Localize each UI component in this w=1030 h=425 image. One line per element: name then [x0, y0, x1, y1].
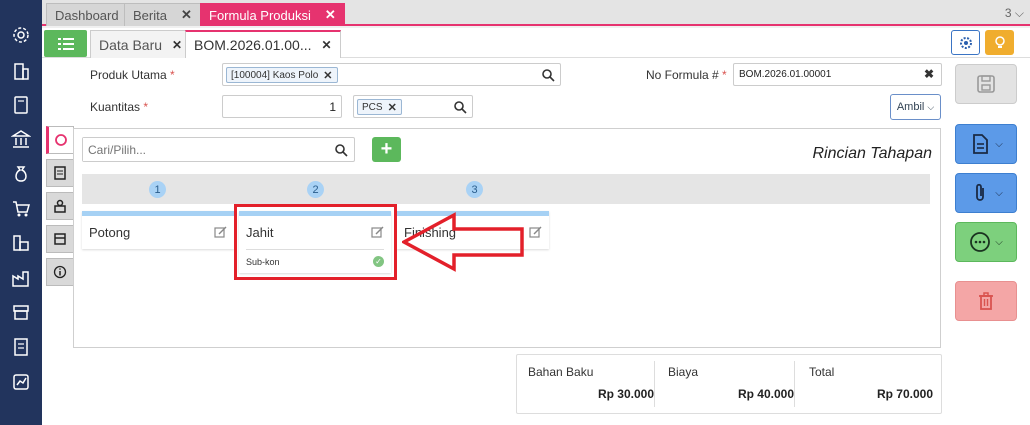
step-number: 3	[466, 181, 483, 198]
highlight-box	[234, 204, 397, 280]
save-button[interactable]	[955, 64, 1017, 104]
archive-box-icon	[54, 233, 66, 245]
money-bag-icon[interactable]	[10, 163, 32, 185]
tax-report-icon[interactable]	[10, 336, 32, 358]
unit-chip: PCS ✕	[357, 99, 402, 115]
remove-chip-icon[interactable]: ✕	[323, 69, 332, 82]
vtab-info[interactable]	[46, 258, 74, 286]
step-number: 1	[149, 181, 166, 198]
pointer-arrow-icon	[402, 212, 524, 272]
tab-formula-produksi[interactable]: Formula Produksi ✕	[200, 3, 345, 26]
chevron-down-icon: ⌵	[995, 187, 1003, 199]
vtab-process[interactable]	[46, 126, 74, 154]
add-step-button[interactable]: +	[372, 137, 401, 162]
open-tabs-count[interactable]: 3 ⌵	[1005, 6, 1024, 21]
top-tab-bar: Dashboard Berita ✕ Formula Produksi ✕ 3 …	[42, 0, 1030, 26]
close-icon[interactable]: ✕	[172, 38, 182, 52]
sub-tab-bar: Data Baru ✕ BOM.2026.01.00... ✕	[42, 28, 1030, 58]
more-dots-icon	[970, 232, 991, 252]
bahan-baku-total: Bahan Baku Rp 30.000	[528, 365, 654, 401]
tab-label: Formula Produksi	[209, 7, 311, 23]
unit-field[interactable]: PCS ✕	[353, 95, 473, 118]
gear-icon	[959, 36, 972, 49]
close-icon[interactable]: ✕	[322, 38, 332, 52]
info-icon	[53, 265, 67, 279]
vtab-archive[interactable]	[46, 225, 74, 253]
chevron-down-icon: ⌵	[995, 236, 1003, 248]
produk-utama-label: Produk Utama *	[90, 68, 175, 82]
search-icon	[335, 144, 348, 157]
settings-gear-icon[interactable]	[10, 24, 32, 46]
shopping-cart-icon[interactable]	[10, 198, 32, 220]
store-icon[interactable]	[10, 301, 32, 323]
produk-chip: [100004] Kaos Polo ✕	[226, 67, 338, 83]
process-cycle-icon	[55, 134, 67, 146]
step-name: Potong	[89, 225, 131, 240]
vtab-document[interactable]	[46, 159, 74, 187]
step-search-field[interactable]	[82, 137, 355, 162]
step-search-input[interactable]	[83, 138, 323, 161]
subtab-label: Data Baru	[99, 36, 163, 53]
warehouse-icon[interactable]	[10, 232, 32, 254]
tab-label: Berita	[133, 7, 167, 23]
document-icon	[54, 166, 66, 180]
close-icon[interactable]: ✕	[325, 7, 336, 23]
document-menu-button[interactable]: ⌵	[955, 124, 1017, 164]
kuantitas-input[interactable]: 1	[222, 95, 342, 118]
paperclip-icon	[976, 183, 985, 201]
biaya-total: Biaya Rp 40.000	[668, 365, 794, 401]
delete-button[interactable]	[955, 281, 1017, 321]
list-icon	[57, 37, 74, 50]
list-menu-button[interactable]	[44, 30, 87, 57]
no-formula-field[interactable]: BOM.2026.01.00001 ✖	[733, 63, 942, 86]
remove-chip-icon[interactable]: ✕	[388, 101, 397, 114]
trash-icon	[979, 292, 993, 310]
tab-label: Dashboard	[55, 7, 119, 23]
chart-report-icon[interactable]	[10, 371, 32, 393]
factory-icon[interactable]	[10, 267, 32, 289]
kuantitas-label: Kuantitas *	[90, 100, 149, 114]
close-icon[interactable]: ✕	[181, 7, 192, 23]
left-sidebar	[0, 0, 42, 425]
clear-icon[interactable]: ✖	[924, 67, 934, 81]
divider	[794, 361, 795, 407]
materials-icon	[54, 199, 66, 213]
step-number: 2	[307, 181, 324, 198]
subtab-bom[interactable]: BOM.2026.01.00... ✕	[185, 30, 341, 58]
book-icon[interactable]	[10, 94, 32, 116]
settings-button[interactable]	[951, 30, 980, 55]
chevron-down-icon: ⌵	[927, 101, 935, 112]
search-icon	[454, 101, 467, 114]
chevron-down-icon: ⌵	[995, 138, 1003, 150]
plus-icon: +	[380, 138, 393, 160]
floppy-disk-icon	[977, 75, 995, 93]
subtab-label: BOM.2026.01.00...	[194, 37, 312, 53]
divider	[654, 361, 655, 407]
building-icon[interactable]	[10, 60, 32, 82]
produk-utama-field[interactable]: [100004] Kaos Polo ✕	[222, 63, 561, 86]
subtab-data-baru[interactable]: Data Baru ✕	[90, 30, 192, 58]
tips-button[interactable]	[985, 30, 1014, 55]
attachment-menu-button[interactable]: ⌵	[955, 173, 1017, 213]
tab-dashboard[interactable]: Dashboard	[46, 3, 128, 26]
step-card-potong[interactable]: Potong	[82, 211, 234, 249]
vtab-materials[interactable]	[46, 192, 74, 220]
chevron-down-icon: ⌵	[1014, 6, 1024, 20]
main-content: Data Baru ✕ BOM.2026.01.00... ✕ Produk U…	[42, 28, 1030, 425]
bank-icon[interactable]	[10, 128, 32, 150]
edit-icon[interactable]	[529, 226, 542, 239]
no-formula-value: BOM.2026.01.00001	[739, 69, 832, 80]
steps-header: 1 2 3	[82, 174, 930, 204]
edit-icon[interactable]	[214, 226, 227, 239]
document-icon	[973, 134, 989, 154]
lightbulb-icon	[994, 35, 1005, 48]
more-options-button[interactable]: ⌵	[955, 222, 1017, 262]
tab-berita[interactable]: Berita ✕	[124, 3, 201, 26]
grand-total: Total Rp 70.000	[809, 365, 933, 401]
no-formula-label: No Formula # *	[646, 68, 727, 82]
panel-title: Rincian Tahapan	[812, 145, 933, 162]
ambil-dropdown-button[interactable]: Ambil ⌵	[890, 94, 941, 120]
search-icon	[542, 69, 555, 82]
totals-summary: Bahan Baku Rp 30.000 Biaya Rp 40.000 Tot…	[516, 354, 942, 414]
